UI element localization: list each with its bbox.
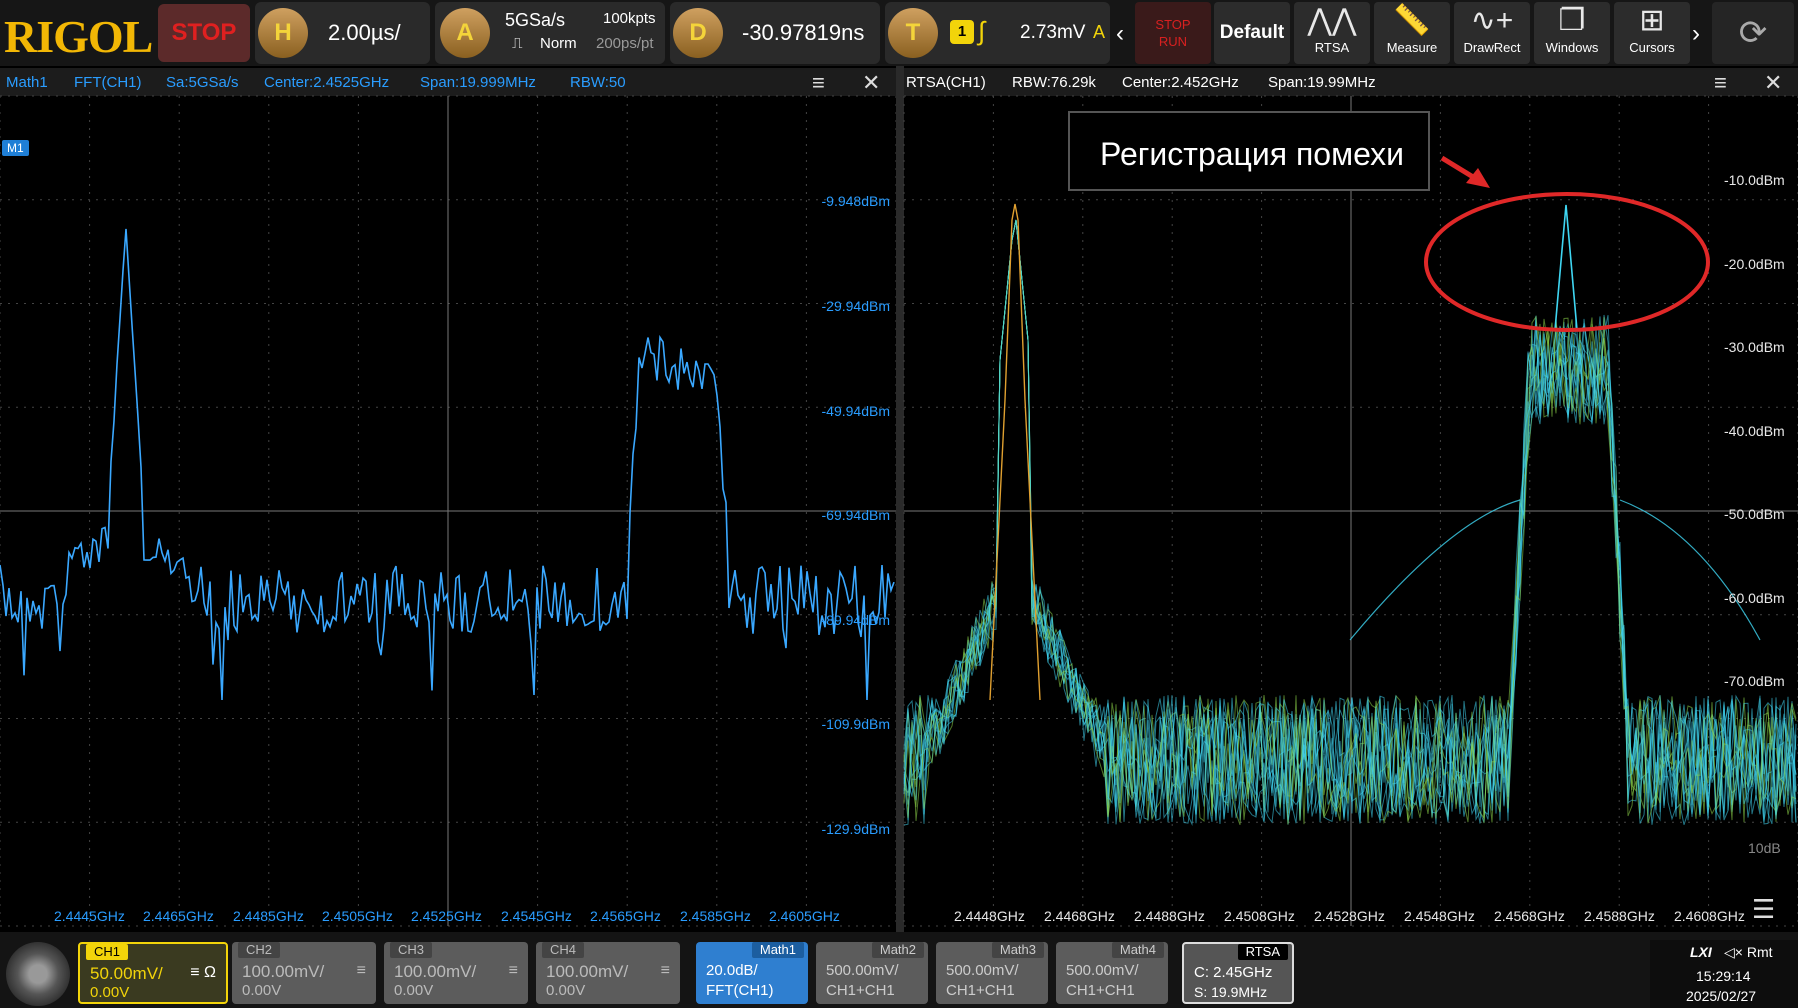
ch2-scale: 100.00mV/ — [242, 962, 325, 981]
math-3-box[interactable]: Math3 500.00mV/ CH1+CH1 — [936, 942, 1048, 1004]
ch1-offset: 0.00V — [90, 984, 130, 1001]
status-area: LXI ◁× Rmt 15:29:14 2025/02/27 — [1650, 940, 1798, 1008]
rtsa-x-label: 2.4608GHz — [1674, 908, 1745, 924]
annotation-text: Регистрация помехи — [1100, 136, 1405, 172]
rtsa-plot — [903, 95, 1798, 927]
math1-scale: 20.0dB/ — [706, 962, 758, 979]
ch4-coupling: ≡ — [660, 962, 670, 979]
rtsa-x-label: 2.4468GHz — [1044, 908, 1115, 924]
rtsa-x-label: 2.4568GHz — [1494, 908, 1565, 924]
rtsa-y-label: -10.0dBm — [1724, 172, 1785, 188]
math4-source: CH1+CH1 — [1066, 982, 1135, 999]
math2-scale: 500.00mV/ — [826, 962, 899, 979]
ch2-offset: 0.00V — [242, 982, 282, 999]
math1-source: FFT(CH1) — [706, 982, 774, 999]
math3-scale: 500.00mV/ — [946, 962, 1019, 979]
ch2-tab: CH2 — [238, 942, 281, 958]
rtsa-x-label: 2.4528GHz — [1314, 908, 1385, 924]
ch1-tab: CH1 — [86, 944, 129, 960]
ch2-coupling: ≡ — [356, 962, 366, 979]
channel-2-box[interactable]: CH2 100.00mV/ 0.00V ≡ — [232, 942, 376, 1004]
clock-time: 15:29:14 — [1696, 968, 1751, 984]
rtsa-box[interactable]: RTSA C: 2.45GHz S: 19.9MHz — [1182, 942, 1294, 1004]
math4-tab: Math4 — [1111, 942, 1164, 958]
math2-source: CH1+CH1 — [826, 982, 895, 999]
rtsa-y-label: -70.0dBm — [1724, 673, 1785, 689]
math4-scale: 500.00mV/ — [1066, 962, 1139, 979]
clock-date: 2025/02/27 — [1686, 988, 1757, 1004]
channel-1-box[interactable]: CH1 50.00mV/ 0.00V ≡ Ω — [78, 942, 228, 1004]
collapse-panel-icon[interactable]: ☰ — [1752, 894, 1775, 925]
ch4-scale: 100.00mV/ — [546, 962, 629, 981]
rtsa-x-label: 2.4448GHz — [954, 908, 1025, 924]
rtsa-x-label: 2.4548GHz — [1404, 908, 1475, 924]
settings-gear-icon[interactable] — [6, 942, 70, 1006]
lxi-icon: LXI — [1690, 944, 1712, 960]
annotation-arrowhead — [1466, 168, 1490, 188]
ch1-coupling: ≡ Ω — [190, 964, 216, 981]
ch4-offset: 0.00V — [546, 982, 586, 999]
rtsa-y-label: -60.0dBm — [1724, 590, 1785, 606]
math-4-box[interactable]: Math4 500.00mV/ CH1+CH1 — [1056, 942, 1168, 1004]
rtsa-x-label: 2.4488GHz — [1134, 908, 1205, 924]
rtsa-span-short: S: 19.9MHz — [1194, 984, 1268, 1000]
rtsa-y-label: -30.0dBm — [1724, 339, 1785, 355]
math1-tab: Math1 — [751, 942, 804, 958]
ch1-scale: 50.00mV/ — [90, 964, 163, 983]
rtsa-x-label: 2.4588GHz — [1584, 908, 1655, 924]
math-1-box[interactable]: Math1 20.0dB/ FFT(CH1) — [696, 942, 808, 1004]
rtsa-x-label: 2.4508GHz — [1224, 908, 1295, 924]
ch3-offset: 0.00V — [394, 982, 434, 999]
ch3-scale: 100.00mV/ — [394, 962, 477, 981]
math-2-box[interactable]: Math2 500.00mV/ CH1+CH1 — [816, 942, 928, 1004]
ch4-tab: CH4 — [542, 942, 585, 958]
rtsa-y-label: -20.0dBm — [1724, 256, 1785, 272]
math2-tab: Math2 — [871, 942, 924, 958]
math3-tab: Math3 — [991, 942, 1044, 958]
rtsa-y-scale: 10dB — [1748, 840, 1781, 856]
math3-source: CH1+CH1 — [946, 982, 1015, 999]
sound-remote-icons: ◁× Rmt — [1724, 944, 1773, 960]
channel-4-box[interactable]: CH4 100.00mV/ 0.00V ≡ — [536, 942, 680, 1004]
ch3-tab: CH3 — [390, 942, 433, 958]
interference-peak — [1554, 204, 1578, 331]
carrier-peak — [989, 203, 1041, 701]
ch3-coupling: ≡ — [508, 962, 518, 979]
rtsa-y-label: -50.0dBm — [1724, 506, 1785, 522]
rtsa-y-label: -40.0dBm — [1724, 423, 1785, 439]
rtsa-tab: RTSA — [1237, 944, 1288, 960]
channel-3-box[interactable]: CH3 100.00mV/ 0.00V ≡ — [384, 942, 528, 1004]
rtsa-center-short: C: 2.45GHz — [1194, 964, 1273, 981]
